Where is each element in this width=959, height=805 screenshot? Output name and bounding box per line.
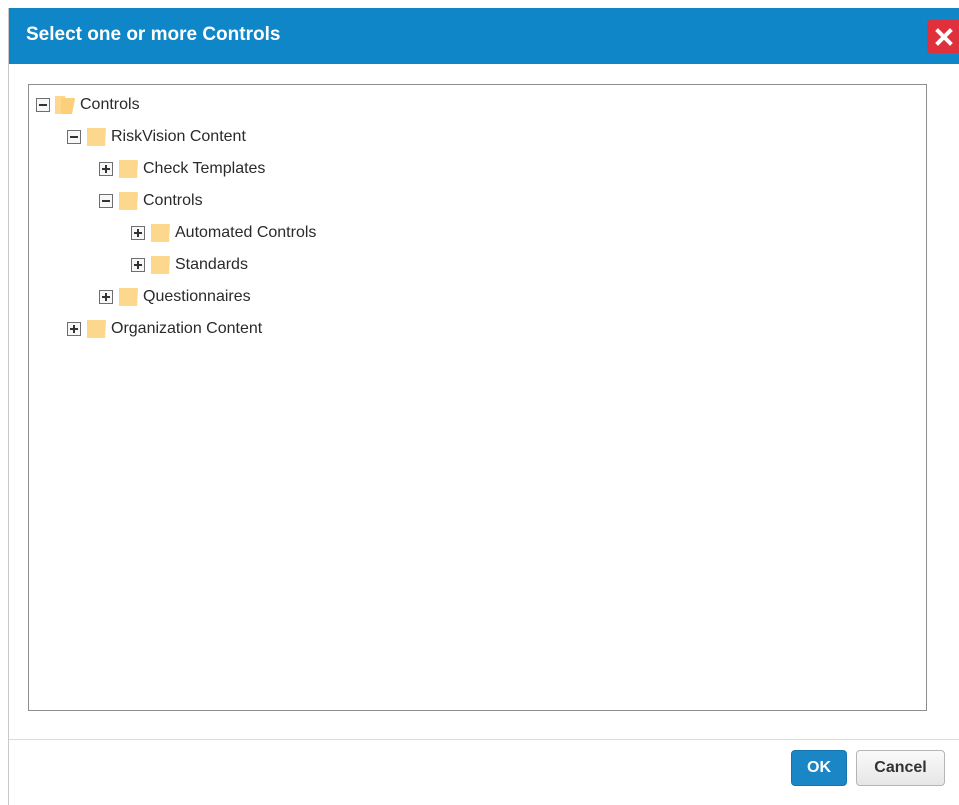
dialog-title: Select one or more Controls — [26, 24, 281, 45]
collapse-toggle-icon[interactable] — [99, 194, 113, 208]
tree-node-standards[interactable]: Standards — [131, 253, 248, 277]
collapse-toggle-icon[interactable] — [67, 130, 81, 144]
tree-node-label[interactable]: Organization Content — [111, 320, 262, 338]
folder-icon — [149, 254, 171, 276]
tree-node-questionnaires[interactable]: Questionnaires — [99, 285, 251, 309]
tree-node-label[interactable]: Controls — [143, 192, 203, 210]
tree-node-label[interactable]: Automated Controls — [175, 224, 316, 242]
folder-open-icon — [54, 94, 76, 116]
tree-node-controls-root[interactable]: Controls — [36, 93, 140, 117]
close-icon — [935, 28, 953, 46]
close-button[interactable] — [927, 20, 959, 53]
folder-icon — [117, 158, 139, 180]
folder-icon — [117, 190, 139, 212]
collapse-toggle-icon[interactable] — [36, 98, 50, 112]
select-controls-dialog: Select one or more Controls Controls Ris… — [8, 8, 959, 805]
tree-node-label[interactable]: Controls — [80, 96, 140, 114]
tree-node-label[interactable]: RiskVision Content — [111, 128, 246, 146]
tree-node-controls[interactable]: Controls — [99, 189, 203, 213]
tree-node-organization-content[interactable]: Organization Content — [67, 317, 262, 341]
folder-icon — [117, 286, 139, 308]
controls-tree[interactable]: Controls RiskVision Content Check Templa… — [28, 84, 927, 711]
tree-node-check-templates[interactable]: Check Templates — [99, 157, 265, 181]
folder-icon — [85, 126, 107, 148]
dialog-titlebar: Select one or more Controls — [9, 8, 959, 64]
ok-button[interactable]: OK — [791, 750, 847, 786]
folder-icon — [149, 222, 171, 244]
tree-node-riskvision-content[interactable]: RiskVision Content — [67, 125, 246, 149]
cancel-button[interactable]: Cancel — [856, 750, 945, 786]
folder-icon — [85, 318, 107, 340]
expand-toggle-icon[interactable] — [99, 162, 113, 176]
tree-node-label[interactable]: Questionnaires — [143, 288, 251, 306]
expand-toggle-icon[interactable] — [99, 290, 113, 304]
tree-node-label[interactable]: Check Templates — [143, 160, 265, 178]
tree-node-automated-controls[interactable]: Automated Controls — [131, 221, 316, 245]
expand-toggle-icon[interactable] — [131, 258, 145, 272]
expand-toggle-icon[interactable] — [67, 322, 81, 336]
tree-node-label[interactable]: Standards — [175, 256, 248, 274]
expand-toggle-icon[interactable] — [131, 226, 145, 240]
footer-divider — [9, 739, 959, 740]
